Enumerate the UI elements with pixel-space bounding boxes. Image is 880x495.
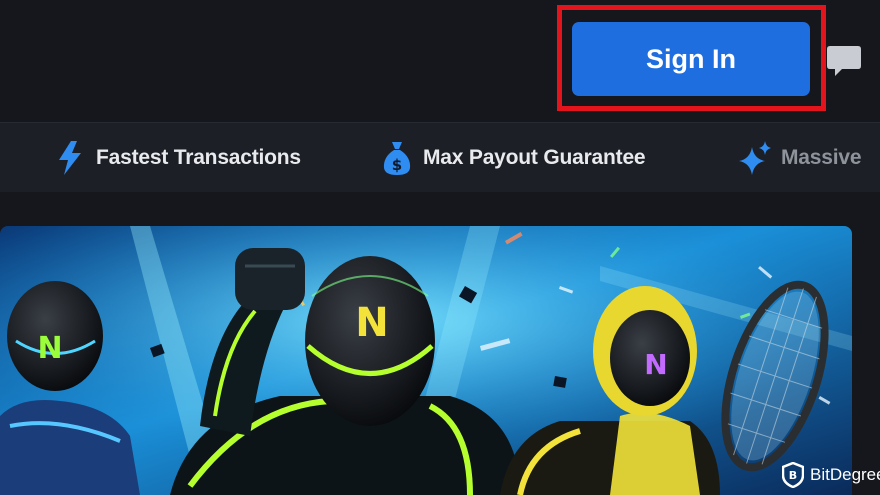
- svg-text:N: N: [644, 348, 667, 381]
- svg-text:$: $: [392, 156, 402, 174]
- svg-text:B: B: [789, 469, 797, 482]
- feature-strip: Fastest Transactions $ Max Payout Guaran…: [0, 122, 880, 192]
- sign-in-button[interactable]: Sign In: [572, 22, 810, 96]
- feature-max-payout: $ Max Payout Guarantee: [381, 123, 646, 192]
- chat-bubble-icon[interactable]: [826, 44, 862, 78]
- svg-text:N: N: [37, 331, 62, 366]
- hero-banner-artwork: N N N: [0, 226, 852, 495]
- watermark-text: BitDegree: [810, 465, 880, 484]
- feature-massive: Massive: [739, 123, 862, 192]
- money-bag-icon: $: [383, 142, 411, 175]
- feature-fastest-transactions: Fastest Transactions: [54, 123, 301, 192]
- lightning-bolt-icon: [59, 141, 81, 175]
- feature-label: Max Payout Guarantee: [423, 146, 646, 169]
- watermark: B BitDegree: [782, 460, 880, 490]
- sparkle-icon: [739, 141, 771, 175]
- feature-label: Massive: [781, 146, 862, 169]
- top-bar: Sign In: [0, 0, 880, 122]
- svg-text:N: N: [355, 300, 388, 346]
- bitdegree-logo-icon: B: [782, 462, 804, 488]
- hero-banner[interactable]: N N N: [0, 226, 852, 495]
- feature-label: Fastest Transactions: [96, 146, 301, 169]
